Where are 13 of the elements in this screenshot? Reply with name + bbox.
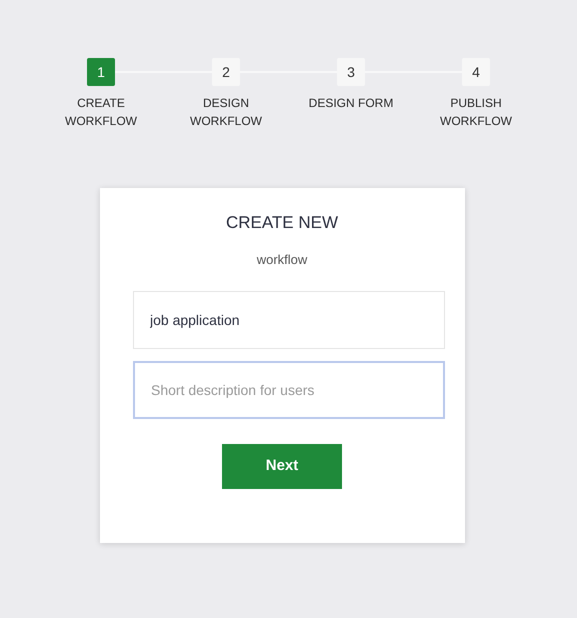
step-label: DESIGN WORKFLOW [189, 95, 263, 130]
step-number[interactable]: 3 [337, 58, 365, 86]
next-button[interactable]: Next [222, 444, 342, 489]
step-number[interactable]: 2 [212, 58, 240, 86]
text-field[interactable]: job application [133, 291, 445, 349]
step-number[interactable]: 1 [87, 58, 115, 86]
step-label: CREATE WORKFLOW [64, 95, 138, 130]
card-title: CREATE NEW [226, 212, 338, 234]
text-field[interactable]: Short description for users [133, 361, 445, 419]
step-number[interactable]: 4 [462, 58, 490, 86]
step-label: DESIGN FORM [308, 95, 394, 112]
step-label: PUBLISH WORKFLOW [439, 95, 513, 130]
card-subtitle: workflow [256, 250, 308, 268]
